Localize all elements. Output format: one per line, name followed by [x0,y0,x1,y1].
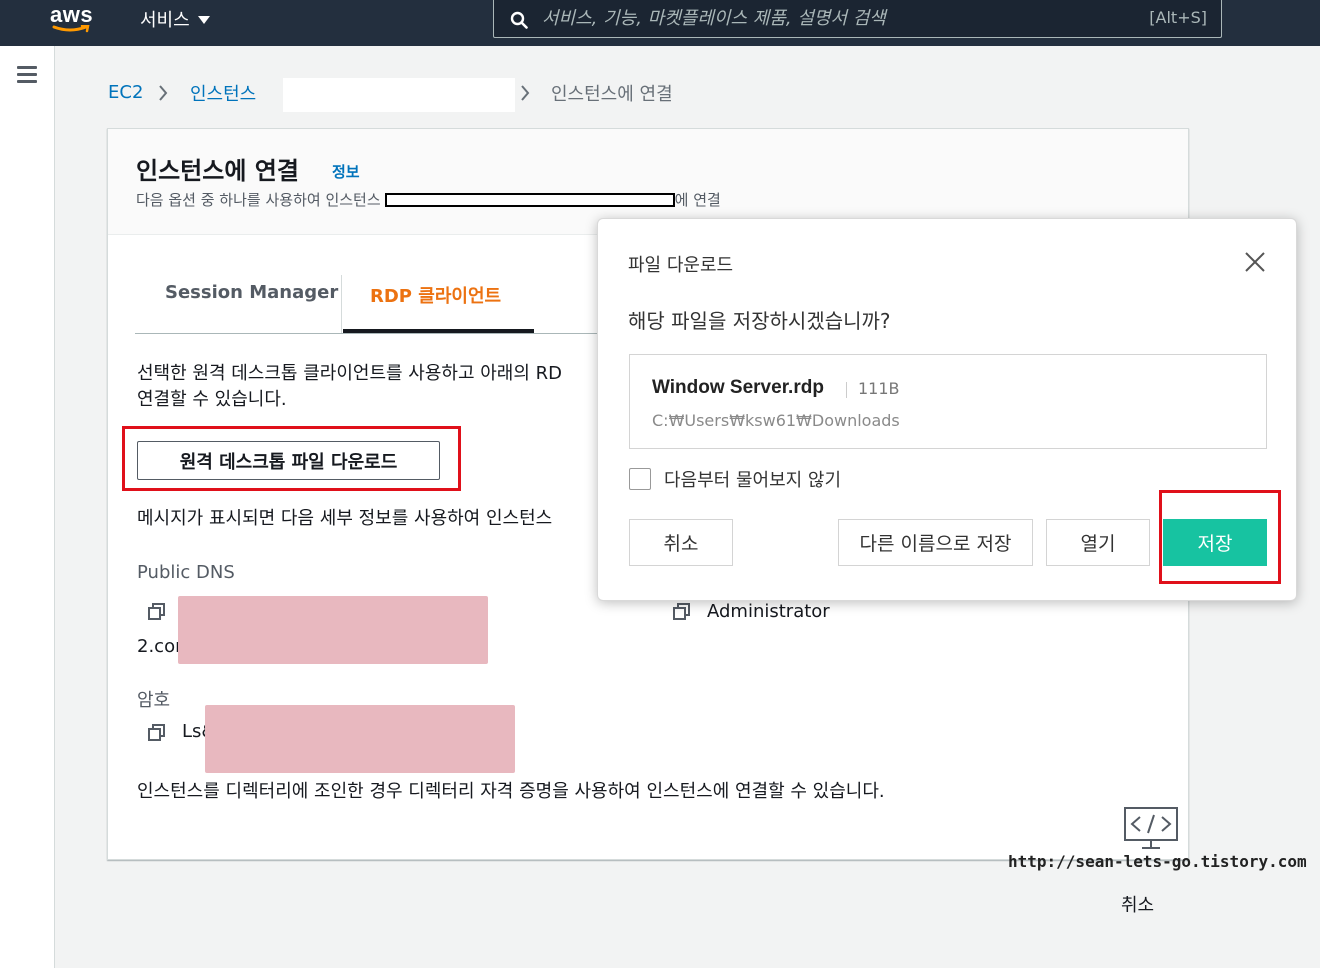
breadcrumb-instances[interactable]: 인스턴스 [190,80,256,106]
services-menu[interactable]: 서비스 [140,6,210,32]
public-dns-label: Public DNS [137,562,235,583]
directory-footer-text: 인스턴스를 디렉터리에 조인한 경우 디렉터리 자격 증명을 사용하여 인스턴스… [137,781,885,802]
redacted-dns [178,596,488,664]
rdp-description-line2: 연결할 수 있습니다. [137,389,287,410]
username-value: Administrator [707,601,830,622]
info-link[interactable]: 정보 [332,161,360,182]
credentials-prompt: 메시지가 표시되면 다음 세부 정보를 사용하여 인스턴스 [137,508,553,529]
close-icon[interactable] [1243,250,1267,274]
dont-ask-again-checkbox[interactable] [629,468,651,490]
file-path: C:₩Users₩ksw61₩Downloads [652,411,900,430]
side-navigation-rail [0,46,55,968]
tab-divider [341,275,342,333]
save-as-button[interactable]: 다른 이름으로 저장 [838,519,1033,566]
public-dns-value: 2.cor [137,636,183,657]
cancel-button[interactable]: 취소 [629,519,733,566]
tabs-baseline [135,333,605,334]
redacted-instance-id [283,78,515,112]
services-label: 서비스 [140,10,190,31]
chevron-right-icon [521,85,530,101]
breadcrumb-ec2[interactable]: EC2 [108,82,143,103]
highlight-box [122,426,461,491]
aws-smile-icon [52,25,90,33]
file-name: Window Server.rdp [652,377,824,398]
save-highlight-box [1159,490,1281,584]
tab-session-manager[interactable]: Session Manager [165,282,338,303]
watermark-text: http://sean-lets-go.tistory.com [1008,852,1307,871]
rdp-description-line1: 선택한 원격 데스크톱 클라이언트를 사용하고 아래의 RD [137,363,563,384]
file-size: 111B [858,379,900,398]
bottom-cancel-link[interactable]: 취소 [1121,891,1154,917]
caret-down-icon [197,16,210,24]
search-shortcut-hint: [Alt+S] [1149,8,1207,27]
dont-ask-again-label[interactable]: 다음부터 물어보지 않기 [664,466,841,492]
page-title: 인스턴스에 연결 [136,157,299,185]
menu-icon[interactable] [17,66,37,84]
subtitle-suffix: 에 연결 [674,191,721,209]
password-label: 암호 [137,690,171,711]
top-navigation-bar: aws 서비스 [Alt+S] [0,0,1320,46]
search-icon [510,11,528,29]
file-info-box: Window Server.rdp 111B C:₩Users₩ksw61₩Do… [629,354,1267,449]
tab-rdp-client[interactable]: RDP 클라이언트 [370,282,501,308]
dialog-question: 해당 파일을 저장하시겠습니까? [628,309,891,333]
search-input[interactable] [542,3,1122,33]
open-button[interactable]: 열기 [1046,519,1150,566]
copy-icon[interactable] [672,602,692,622]
copy-icon[interactable] [147,602,167,622]
redacted-password [205,705,515,773]
panel-subtitle: 다음 옵션 중 하나를 사용하여 인스턴스 에 연결 [136,189,721,210]
copy-icon[interactable] [147,723,167,743]
subtitle-prefix: 다음 옵션 중 하나를 사용하여 인스턴스 [136,191,381,209]
redacted-instance-name [384,192,675,207]
code-embed-icon[interactable] [1122,805,1180,851]
chevron-right-icon [159,85,168,101]
dialog-title: 파일 다운로드 [628,255,734,276]
breadcrumb-current: 인스턴스에 연결 [551,84,673,105]
search-box: [Alt+S] [493,0,1222,38]
divider [846,382,847,398]
